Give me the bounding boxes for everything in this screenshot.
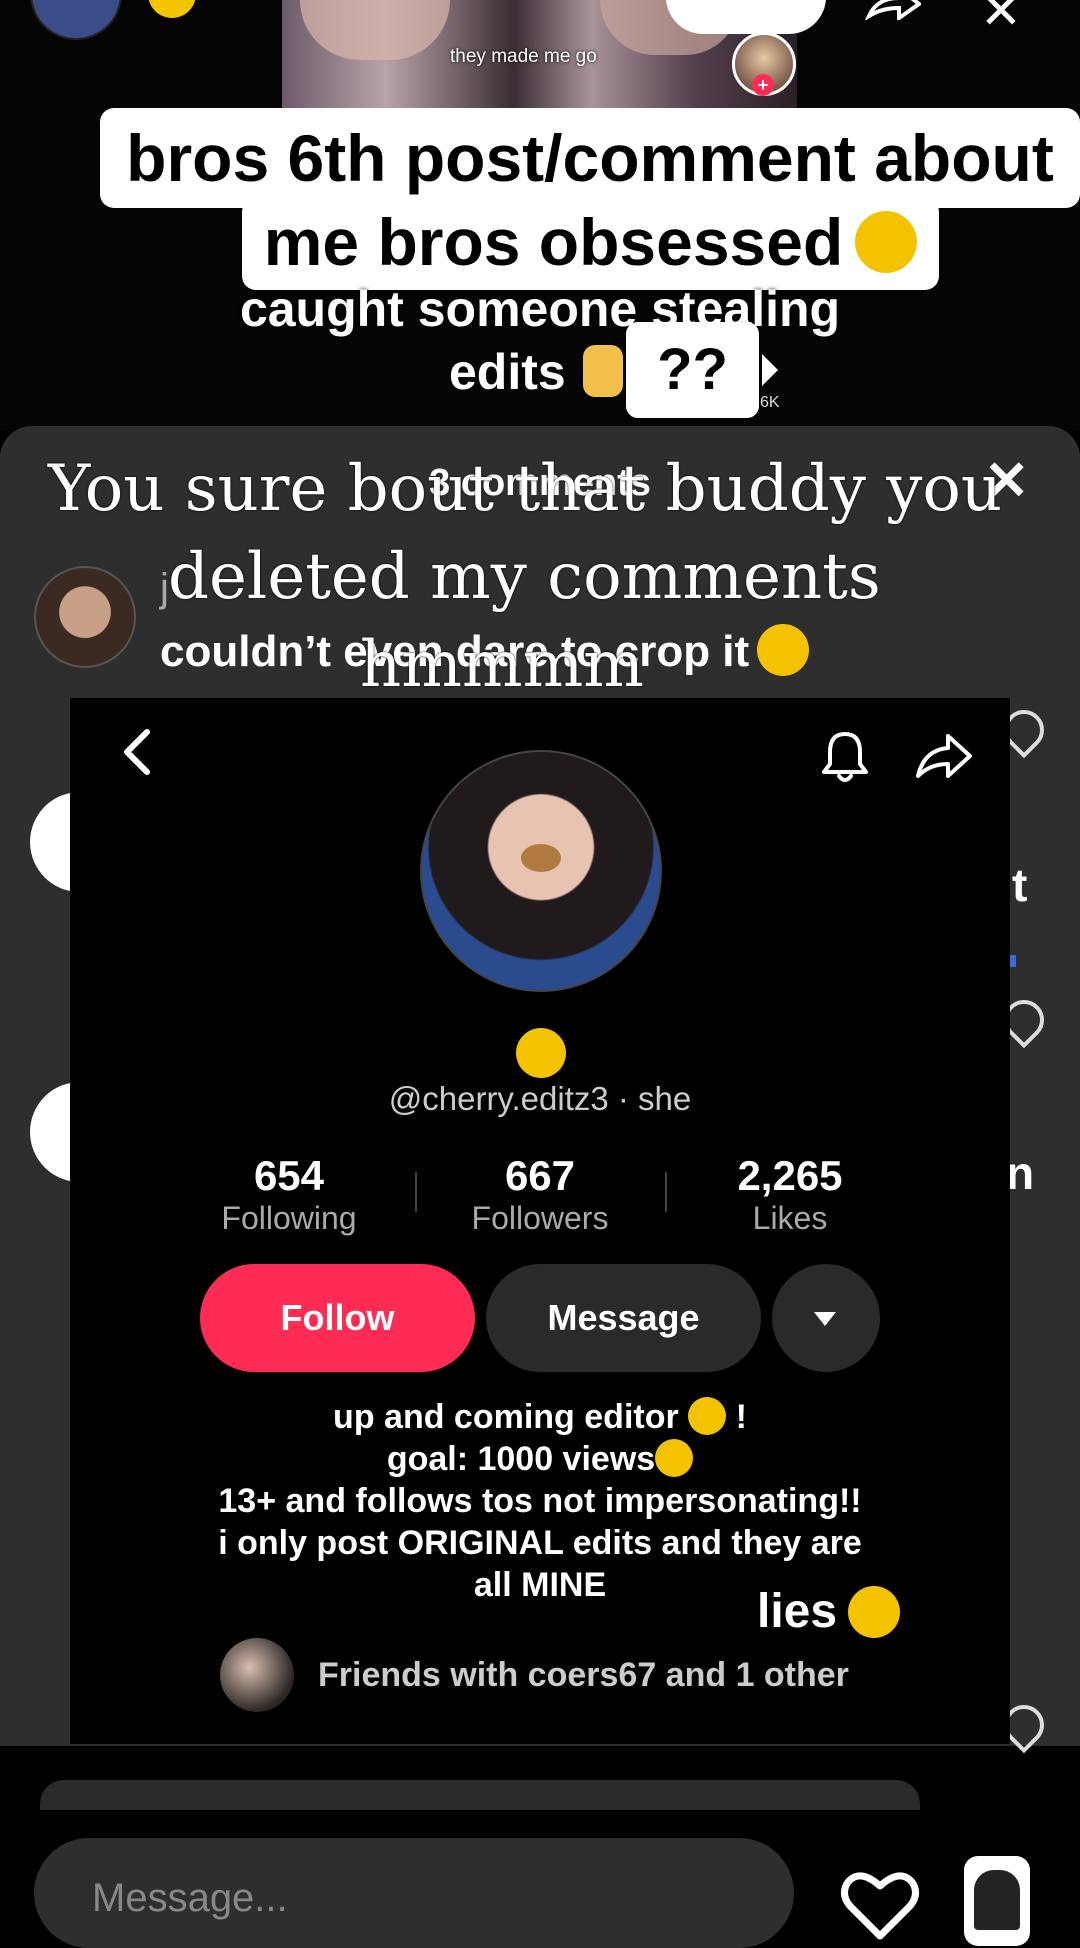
pleading-emoji-icon (688, 1397, 727, 1435)
crying-emoji-icon (855, 211, 918, 273)
video-description-line-2: edits (449, 344, 566, 400)
user-avatar[interactable] (964, 1856, 1030, 1946)
question-marks-sticker: ?? (626, 322, 759, 418)
crying-emoji-icon (757, 624, 810, 676)
overlay-text-line-3: hmmmm (360, 628, 644, 702)
following-count[interactable]: 654 (164, 1152, 414, 1200)
close-icon[interactable]: ✕ (980, 0, 1022, 36)
share-icon[interactable] (912, 728, 974, 784)
overlay-text-line-2: deleted my comments (168, 540, 881, 614)
more-options-button[interactable] (772, 1264, 880, 1372)
video-caption-line-1: bros 6th post/comment about (100, 108, 1080, 208)
lies-annotation: lies (757, 1585, 838, 1638)
profile-bio: up and coming editor ! goal: 1000 views … (218, 1397, 862, 1604)
profile-handle: @cherry.editz3 · she (388, 1080, 692, 1117)
video-description-line-1: caught someone stealing (239, 281, 841, 337)
followers-count[interactable]: 667 (415, 1152, 665, 1200)
share-icon[interactable] (865, 0, 921, 20)
likes-label: Likes (752, 1200, 828, 1236)
video-caption-line-2: me bros obsessed (242, 198, 939, 290)
profile-avatar[interactable] (420, 750, 662, 992)
message-button[interactable]: Message (486, 1264, 761, 1372)
comment-fragment: t (1012, 859, 1028, 911)
comment-fragment: n (1006, 1147, 1035, 1199)
play-icon (762, 354, 778, 386)
plus-icon[interactable]: + (752, 74, 774, 96)
likes-count: 2,265 (737, 1152, 843, 1199)
sheet-edge (40, 1780, 920, 1810)
bell-icon[interactable] (818, 728, 872, 784)
follow-button[interactable]: Follow (200, 1264, 475, 1372)
thumbnail-caption: they made me go (450, 46, 597, 67)
friends-avatar[interactable] (220, 1638, 294, 1712)
mutual-friends-text[interactable]: Friends with coers67 and 1 other (318, 1656, 849, 1695)
rock-hand-emoji-icon (583, 345, 623, 397)
top-follow-button[interactable] (666, 0, 826, 34)
crying-emoji-icon (655, 1439, 694, 1477)
message-placeholder[interactable]: Message... (92, 1876, 288, 1921)
following-label[interactable]: Following (164, 1200, 414, 1237)
chevron-down-icon (814, 1312, 836, 1326)
back-arrow-icon[interactable] (115, 726, 159, 778)
raised-eyebrow-emoji-icon (848, 1586, 900, 1638)
followers-label[interactable]: Followers (415, 1200, 665, 1237)
play-count: 6K (760, 394, 780, 411)
nerd-emoji-icon (516, 1028, 566, 1078)
commenter-avatar[interactable] (34, 566, 136, 668)
overlay-text-line-1: You sure bout that buddy you (48, 452, 1003, 526)
heart-icon[interactable] (840, 1868, 920, 1942)
